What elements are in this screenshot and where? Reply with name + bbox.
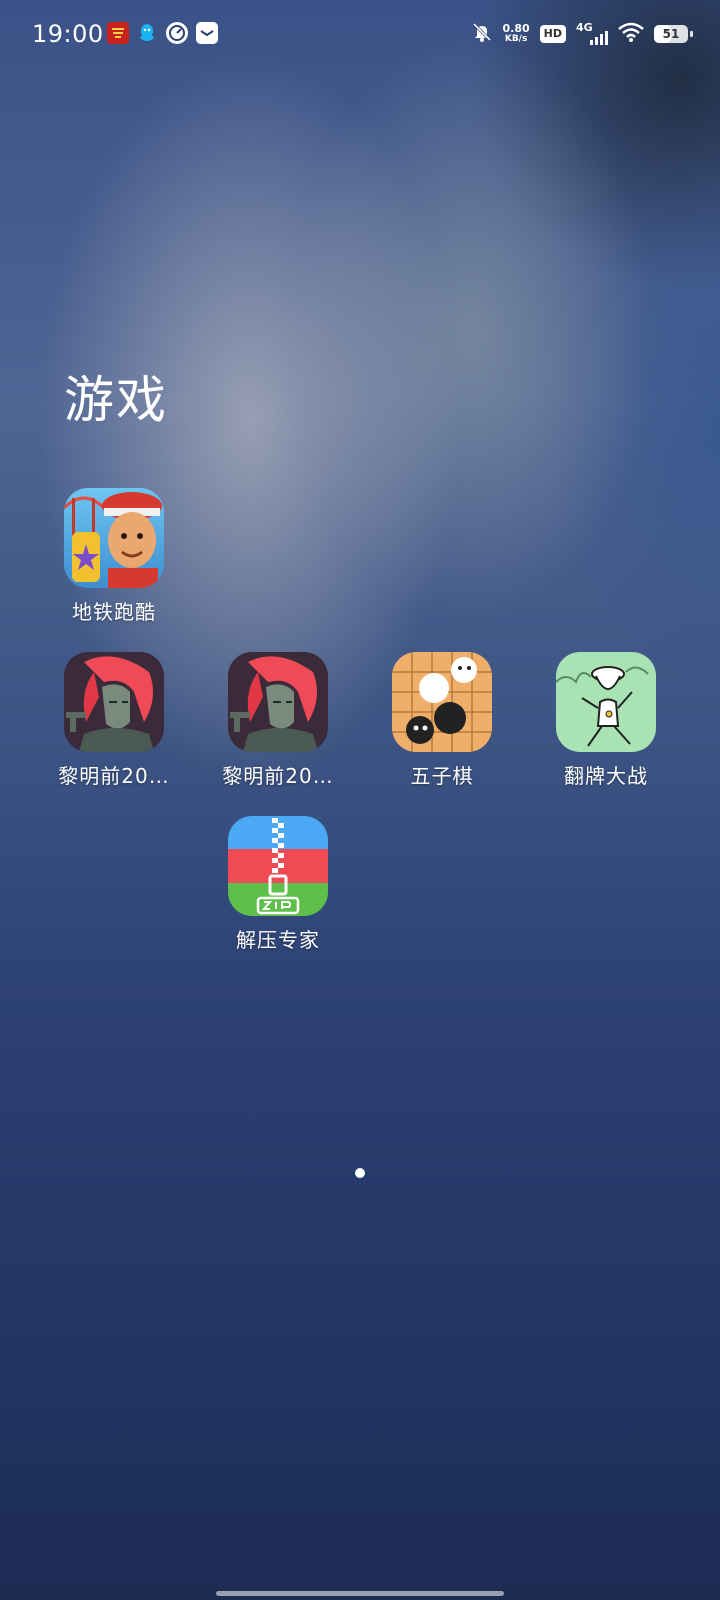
clock: 19:00 <box>32 20 104 48</box>
app-label: 解压专家 <box>236 928 320 952</box>
page-indicator-dot <box>355 1168 365 1178</box>
hd-badge: HD <box>539 25 566 43</box>
wifi-icon <box>618 22 644 46</box>
network-speed: 0.80 KB/s <box>502 22 530 44</box>
app-label: 翻牌大战 <box>564 764 648 788</box>
app-dawn-2[interactable]: 黎明前20… <box>196 652 360 789</box>
home-gesture-bar[interactable] <box>216 1591 504 1596</box>
folder-title[interactable]: 游戏 <box>64 360 168 432</box>
app-subway-surfers[interactable]: 地铁跑酷 <box>32 488 196 625</box>
cellular-signal-icon: 4G <box>576 21 608 45</box>
dawn-game-icon[interactable] <box>64 652 164 752</box>
app-label: 五子棋 <box>410 764 474 788</box>
app-label: 地铁跑酷 <box>72 600 156 624</box>
app-card-flip[interactable]: 翻牌大战 <box>524 652 688 789</box>
gomoku-icon[interactable] <box>392 652 492 752</box>
mute-bell-icon <box>471 21 493 47</box>
dawn-game-icon[interactable] <box>228 652 328 752</box>
card-flip-icon[interactable] <box>556 652 656 752</box>
news-app-icon <box>107 22 129 44</box>
subway-surfers-icon[interactable] <box>64 488 164 588</box>
qq-icon <box>136 22 158 44</box>
speedometer-icon <box>166 22 188 44</box>
app-dawn-1[interactable]: 黎明前20… <box>32 652 196 789</box>
mail-icon <box>196 22 218 44</box>
zip-icon[interactable] <box>228 816 328 916</box>
app-label: 黎明前20… <box>58 764 170 788</box>
app-zip-expert[interactable]: 解压专家 <box>196 816 360 953</box>
status-bar: 19:00 0.80 KB/s HD 4G 51 <box>0 0 720 70</box>
app-label: 黎明前20… <box>222 764 334 788</box>
app-gomoku[interactable]: 五子棋 <box>360 652 524 789</box>
battery-indicator: 51 <box>654 25 693 43</box>
